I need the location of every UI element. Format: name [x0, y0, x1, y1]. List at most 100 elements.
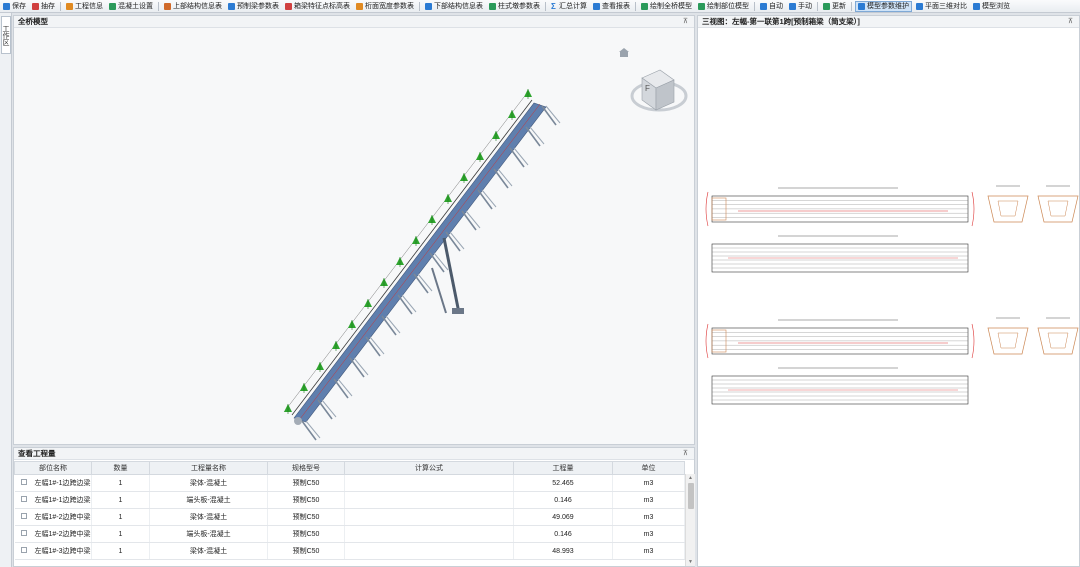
table-row[interactable]: 左幅1#-1边跨边梁 1 端头板-混凝土 预制C50 0.146 m3 — [14, 491, 685, 509]
section-view-1 — [987, 195, 1029, 223]
quantity-panel: 查看工程量 ⊼ 部位名称 数量 工程量名称 规格型号 计算公式 工程量 单位 左幅1#-1边… — [13, 447, 695, 567]
three-view-drawing-panel: 三视图：左幅-第一联第1跨[预制箱梁（简支梁）] ⊼ — [697, 15, 1080, 567]
section-view-2 — [1037, 327, 1079, 355]
pin-icon[interactable]: ⊼ — [1068, 16, 1073, 28]
expand-icon[interactable] — [20, 479, 27, 486]
toolbar-button-9[interactable]: 柱式墩参数表 — [487, 1, 542, 12]
toolbar-button-7[interactable]: 桁面宽度参数表 — [354, 1, 416, 12]
table-cell: 预制C50 — [267, 474, 345, 492]
column-header[interactable]: 计算公式 — [344, 461, 514, 475]
table-cell — [344, 474, 514, 492]
toolbar-separator — [635, 1, 636, 11]
section-view-1-inner — [997, 332, 1019, 349]
workspace-tab[interactable]: 工作区 — [1, 16, 11, 54]
toolbar-button-4[interactable]: 上部结构信息表 — [162, 1, 224, 12]
cell-value: 0.146 — [554, 496, 572, 504]
toolbar-icon — [109, 2, 116, 10]
scroll-up-icon[interactable]: ▲ — [688, 475, 693, 481]
column-header[interactable]: 单位 — [612, 461, 685, 475]
expand-icon[interactable] — [20, 496, 27, 503]
toolbar-button-18[interactable]: 平面三维对比 — [914, 1, 969, 12]
toolbar-button-13[interactable]: 绘制部位模型 — [696, 1, 751, 12]
toolbar-icon — [425, 2, 432, 10]
toolbar-button-label: 绘制全桥模型 — [650, 3, 692, 10]
table-row[interactable]: 左幅1#-1边跨边梁 1 梁体-混凝土 预制C50 52.465 m3 — [14, 474, 685, 492]
cell-value: 1 — [118, 496, 123, 504]
table-row[interactable]: 左幅1#-2边跨中梁 1 端头板-混凝土 预制C50 0.146 m3 — [14, 525, 685, 543]
drawing-panel-title-text: 三视图：左幅-第一联第1跨[预制箱梁（简支梁）] — [702, 17, 860, 26]
viewcube[interactable]: F — [630, 69, 688, 112]
toolbar-button-8[interactable]: 下部结构信息表 — [423, 1, 485, 12]
table-row[interactable]: 左幅1#-3边跨中梁 1 梁体-混凝土 预制C50 48.993 m3 — [14, 542, 685, 560]
table-cell: 49.069 — [513, 508, 613, 526]
toolbar-button-0[interactable]: 保存 — [1, 1, 28, 12]
toolbar-separator — [60, 1, 61, 11]
toolbar-icon — [916, 2, 923, 10]
table-cell: 1 — [91, 491, 150, 509]
toolbar-button-6[interactable]: 箱梁特征点标高表 — [283, 1, 352, 12]
column-header[interactable]: 数量 — [91, 461, 150, 475]
cell-value: 左幅1#-2边跨中梁 — [34, 514, 91, 521]
cad-drawing-view[interactable] — [698, 28, 1079, 566]
toolbar-button-label: 手动 — [798, 3, 812, 10]
section-view-2-inner — [1047, 332, 1069, 349]
table-cell: 48.993 — [513, 542, 613, 560]
toolbar-button-12[interactable]: 绘制全桥模型 — [639, 1, 694, 12]
model-panel-title: 全桥模型 ⊼ — [14, 16, 694, 28]
drawing-panel-title: 三视图：左幅-第一联第1跨[预制箱梁（简支梁）] ⊼ — [698, 16, 1079, 28]
table-cell: 端头板-混凝土 — [149, 525, 268, 543]
column-header[interactable]: 工程量 — [513, 461, 613, 475]
toolbar-button-5[interactable]: 预制梁参数表 — [226, 1, 281, 12]
toolbar-icon — [32, 2, 39, 10]
box-girder-body — [293, 102, 547, 423]
cell-value: 端头板-混凝土 — [186, 531, 231, 538]
expand-icon[interactable] — [20, 547, 27, 554]
expand-icon[interactable] — [20, 513, 27, 520]
toolbar-separator — [817, 1, 818, 11]
scroll-thumb[interactable] — [688, 483, 694, 509]
table-cell: 1 — [91, 474, 150, 492]
table-cell: 预制C50 — [267, 542, 345, 560]
toolbar-separator — [419, 1, 420, 11]
toolbar-button-16[interactable]: 更新 — [821, 1, 848, 12]
toolbar-icon — [228, 2, 235, 10]
toolbar-button-14[interactable]: 自动 — [758, 1, 785, 12]
toolbar-button-15[interactable]: 手动 — [787, 1, 814, 12]
table-body: 左幅1#-1边跨边梁 1 梁体-混凝土 预制C50 52.465 m3 左幅1#-1边跨边梁… — [14, 474, 685, 560]
expand-icon[interactable] — [20, 530, 27, 537]
toolbar-button-10[interactable]: Σ 汇总计算 — [549, 1, 589, 12]
column-header[interactable]: 工程量名称 — [149, 461, 268, 475]
toolbar-button-1[interactable]: 抽存 — [30, 1, 57, 12]
cell-value: m3 — [643, 547, 654, 555]
toolbar-button-19[interactable]: 模型浏览 — [971, 1, 1012, 12]
toolbar-button-label: 自动 — [769, 3, 783, 10]
cell-value: 1 — [118, 547, 123, 555]
vertical-scrollbar[interactable]: ▲ ▼ — [685, 474, 695, 566]
bridge-model — [283, 89, 561, 441]
section-view-2-inner — [1047, 200, 1069, 217]
toolbar-button-label: 更新 — [832, 3, 846, 10]
toolbar-button-17[interactable]: 模型参数维护 — [855, 0, 912, 12]
section-view-1 — [987, 327, 1029, 355]
toolbar-button-3[interactable]: 混凝土设置 — [107, 1, 155, 12]
toolbar-icon — [164, 2, 171, 10]
toolbar-button-label: 桁面宽度参数表 — [365, 3, 414, 10]
pin-icon[interactable]: ⊼ — [683, 448, 688, 460]
3d-model-viewport[interactable]: F — [14, 28, 694, 444]
home-icon[interactable] — [619, 48, 629, 57]
model-panel-title-text: 全桥模型 — [18, 17, 48, 26]
cell-value: 左幅1#-2边跨中梁 — [34, 531, 91, 538]
table-cell: 左幅1#-2边跨中梁 — [14, 525, 92, 543]
toolbar-button-2[interactable]: 工程信息 — [64, 1, 105, 12]
column-header[interactable]: 部位名称 — [14, 461, 92, 475]
table-row[interactable]: 左幅1#-2边跨中梁 1 梁体-混凝土 预制C50 49.069 m3 — [14, 508, 685, 526]
section-mark — [971, 191, 975, 227]
column-header[interactable]: 规格型号 — [267, 461, 345, 475]
pin-icon[interactable]: ⊼ — [683, 16, 688, 28]
toolbar-button-label: 绘制部位模型 — [707, 3, 749, 10]
scroll-down-icon[interactable]: ▼ — [688, 559, 693, 565]
toolbar-icon — [698, 2, 705, 10]
toolbar-button-11[interactable]: 查看报表 — [591, 1, 632, 12]
table-cell: 预制C50 — [267, 491, 345, 509]
abutment-end — [294, 417, 302, 425]
